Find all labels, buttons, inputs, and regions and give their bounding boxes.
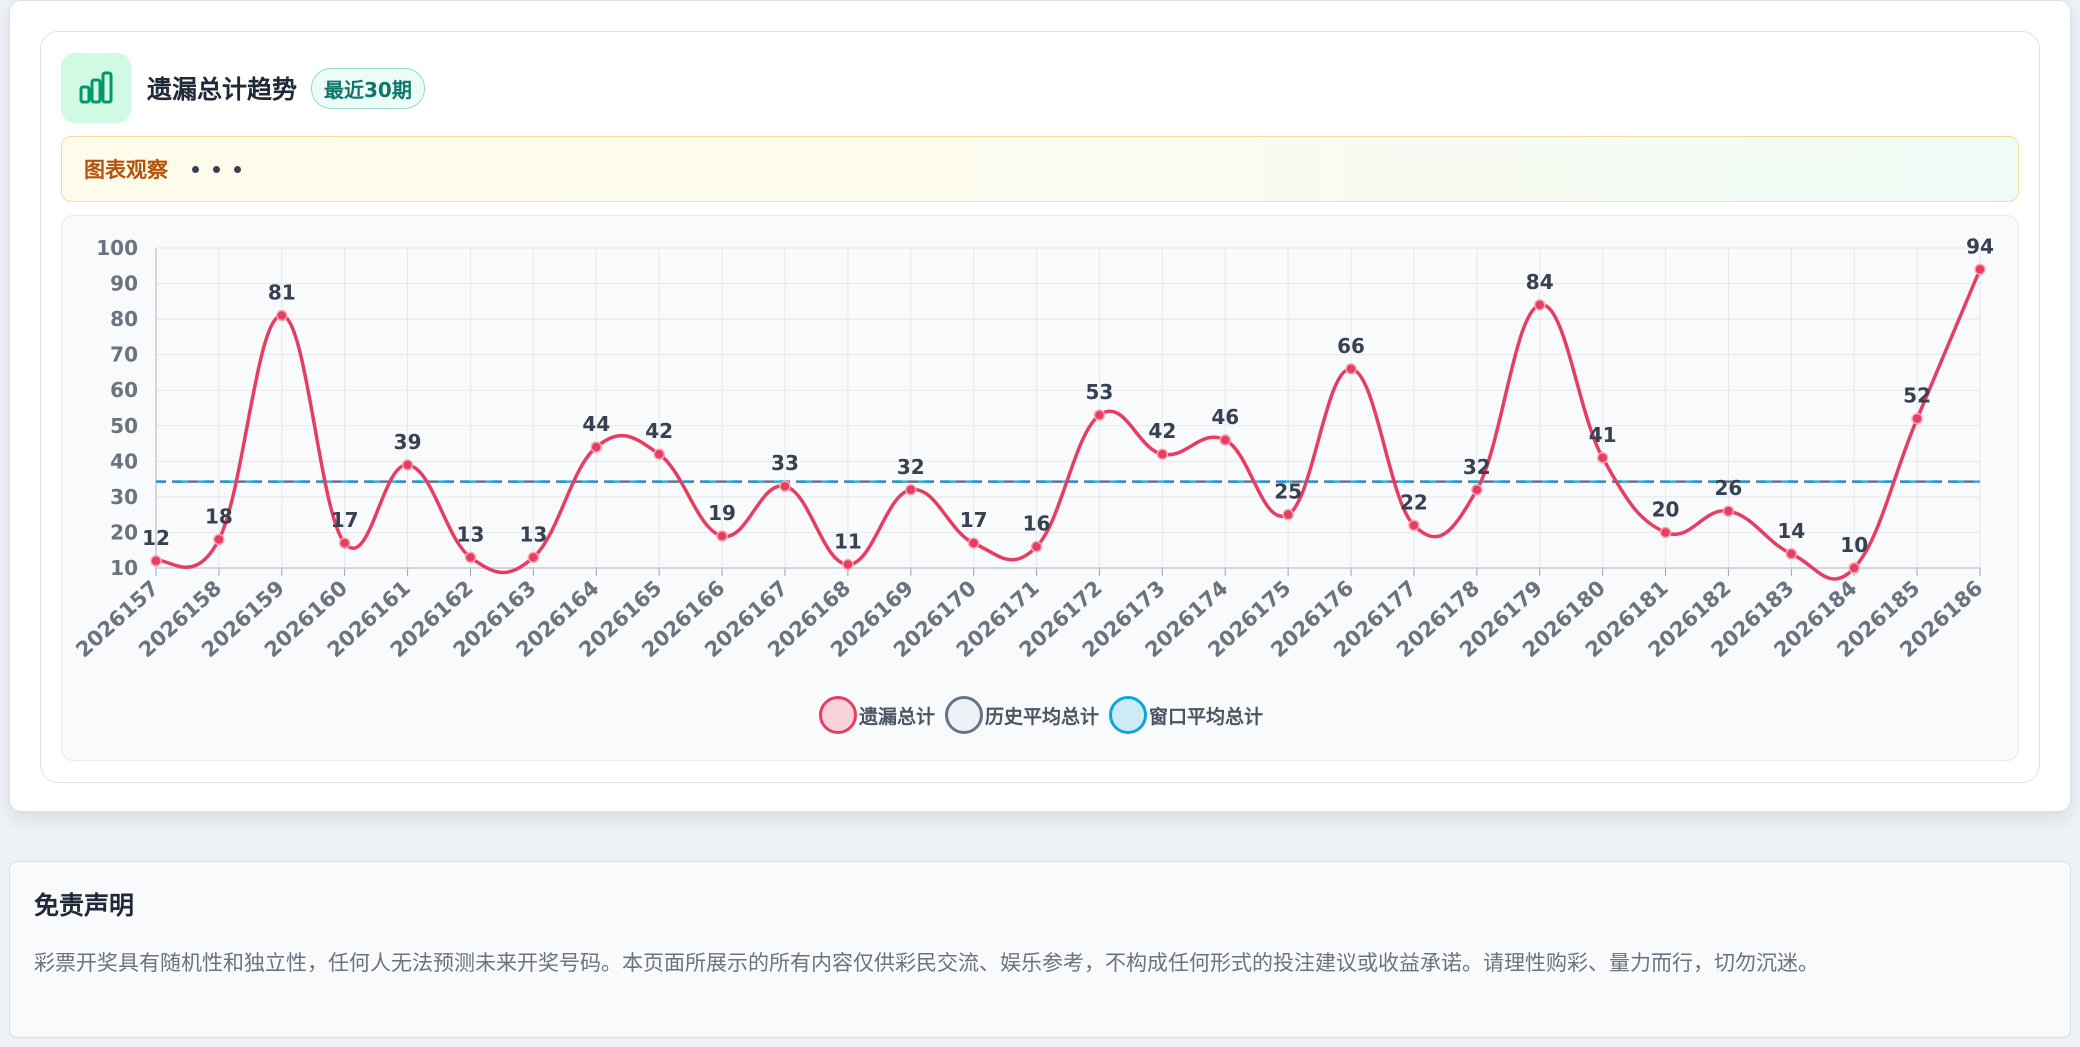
- data-point: [464, 551, 477, 564]
- disclaimer-title: 免责声明: [34, 891, 135, 920]
- data-point: [338, 537, 351, 549]
- disclaimer-section: 免责声明 彩票开奖具有随机性和独立性，任何人无法预测未来开奖号码。本页面所展示的…: [9, 861, 2071, 1038]
- data-label: 16: [1023, 512, 1051, 536]
- chart-area: 10 20 30 40 50 60 70 80 90 100 2026157 2026158 20261…: [61, 215, 2019, 761]
- data-label: 11: [834, 529, 862, 553]
- data-label: 22: [1400, 490, 1428, 514]
- data-point: [150, 555, 162, 567]
- data-point: [590, 441, 603, 453]
- data-label: 25: [1274, 480, 1302, 504]
- data-point: [1533, 299, 1546, 311]
- data-point: [1156, 448, 1169, 460]
- y-tick-label: 10: [110, 556, 138, 580]
- data-label: 84: [1526, 270, 1554, 294]
- chart-title: 遗漏总计趋势: [147, 75, 298, 104]
- data-label: 46: [1211, 405, 1239, 429]
- data-point: [842, 558, 854, 571]
- panel-header: 遗漏总计趋势 最近30期: [61, 52, 425, 124]
- data-label: 10: [1840, 533, 1868, 557]
- legend-item-missing-total[interactable]: 遗漏总计: [818, 696, 935, 734]
- data-point: [1659, 526, 1672, 539]
- data-point: [1282, 508, 1294, 521]
- data-point: [1345, 363, 1357, 375]
- data-point: [1785, 548, 1798, 560]
- data-label: 39: [394, 430, 422, 454]
- y-tick-label: 20: [110, 520, 138, 544]
- data-label: 13: [519, 522, 547, 546]
- data-point: [213, 533, 225, 546]
- observation-label: 图表观察: [84, 158, 168, 182]
- loading-dots-icon: [192, 165, 241, 173]
- data-label: 19: [708, 501, 736, 525]
- data-point: [1596, 452, 1609, 464]
- chart-panel: 遗漏总计趋势 最近30期 图表观察 10 20 30 40 50 60 70 80 90 100 2…: [40, 31, 2040, 783]
- data-label: 41: [1589, 423, 1617, 447]
- line-chart: 1020304050607080901002026157202615820261…: [71, 234, 1994, 662]
- data-label: 12: [142, 526, 170, 550]
- legend-item-history-avg[interactable]: 历史平均总计: [944, 696, 1099, 734]
- data-label: 32: [897, 455, 925, 479]
- data-label: 42: [1148, 419, 1176, 443]
- y-tick-label: 80: [110, 307, 138, 331]
- y-tick-label: 70: [110, 343, 138, 367]
- data-label: 81: [268, 281, 296, 305]
- data-point: [1030, 540, 1043, 553]
- y-tick-label: 60: [110, 378, 138, 402]
- chart-observation-bar: 图表观察: [61, 136, 2019, 202]
- data-label: 17: [960, 508, 988, 532]
- data-point: [1848, 562, 1860, 574]
- data-point: [905, 484, 917, 496]
- period-badge[interactable]: 最近30期: [311, 67, 425, 109]
- trend-card: 遗漏总计趋势 最近30期 图表观察 10 20 30 40 50 60 70 80 90 100 2…: [9, 0, 2071, 812]
- data-point: [779, 480, 791, 492]
- data-label: 32: [1463, 455, 1491, 479]
- disclaimer-text: 彩票开奖具有随机性和独立性，任何人无法预测未来开奖号码。本页面所展示的所有内容仅…: [34, 951, 1819, 975]
- data-point: [527, 551, 540, 564]
- data-label: 18: [205, 505, 233, 529]
- data-point: [401, 459, 414, 471]
- y-tick-label: 50: [110, 414, 138, 438]
- data-label: 13: [457, 522, 485, 546]
- data-label: 94: [1966, 234, 1994, 258]
- data-label: 33: [771, 451, 799, 475]
- legend-item-window-avg[interactable]: 窗口平均总计: [1109, 696, 1263, 734]
- y-tick-label: 30: [110, 485, 138, 509]
- data-label: 52: [1903, 384, 1931, 408]
- y-tick-label: 40: [110, 449, 138, 473]
- data-point: [967, 537, 980, 549]
- chart-legend: 遗漏总计 历史平均总计 窗口平均总计: [62, 696, 2020, 734]
- data-label: 44: [582, 412, 610, 436]
- data-label: 17: [331, 508, 359, 532]
- data-point: [653, 448, 665, 460]
- y-tick-label: 100: [96, 236, 138, 260]
- data-label: 14: [1777, 519, 1805, 543]
- data-point: [1471, 484, 1483, 496]
- data-point: [716, 530, 728, 542]
- y-tick-label: 90: [110, 272, 138, 296]
- data-point: [276, 309, 288, 322]
- data-label: 26: [1714, 476, 1742, 500]
- data-point: [1219, 434, 1231, 446]
- data-point: [1408, 519, 1420, 532]
- data-point: [1911, 412, 1923, 425]
- data-point: [1974, 263, 1986, 276]
- data-label: 53: [1086, 380, 1114, 404]
- data-point: [1722, 505, 1735, 517]
- data-label: 66: [1337, 334, 1365, 358]
- data-label: 42: [645, 419, 673, 443]
- data-point: [1093, 409, 1106, 421]
- bar-chart-icon: [61, 53, 131, 123]
- data-label: 20: [1652, 497, 1680, 521]
